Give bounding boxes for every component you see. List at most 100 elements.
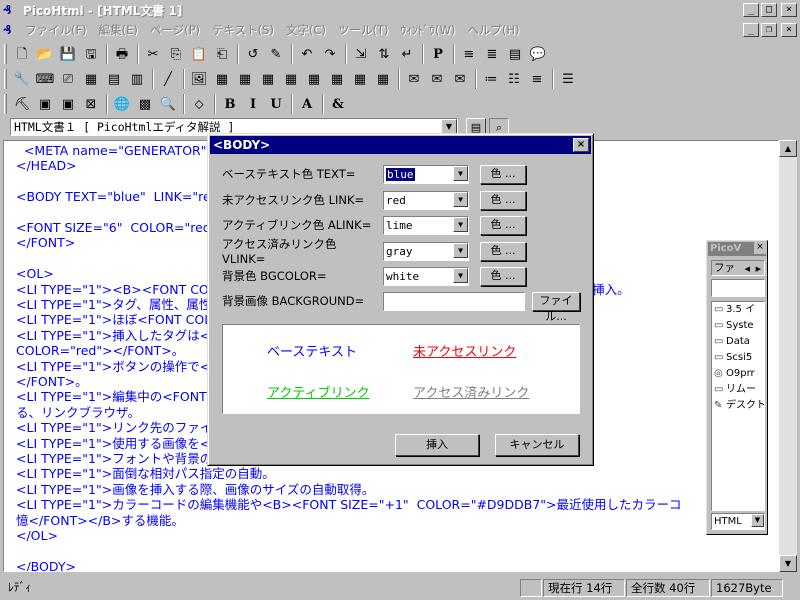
toolbar3-button-10[interactable]: U: [265, 93, 287, 115]
drive-list-item[interactable]: ▭ Scsi5: [712, 350, 764, 366]
toolbar2-button-10[interactable]: ▦: [257, 68, 279, 90]
toolbar1-button-11[interactable]: ↶: [296, 43, 318, 65]
toolbar1-button-0[interactable]: 🗋: [11, 43, 33, 65]
close-button[interactable]: ×: [781, 3, 797, 17]
toolbar2-button-7[interactable]: 🖼: [188, 68, 210, 90]
color-picker-button[interactable]: 色 ...: [480, 165, 526, 184]
file-browse-button[interactable]: ファイル...: [532, 292, 580, 323]
menu-text[interactable]: テキスト(S): [206, 22, 280, 38]
dialog-close-button[interactable]: ×: [573, 138, 589, 152]
toolbar2-button-16[interactable]: ✉: [403, 68, 425, 90]
toolbar3-button-0[interactable]: ⛏: [11, 93, 33, 115]
drive-list-item[interactable]: ▭ リムー: [712, 382, 764, 398]
toolbar1-button-16[interactable]: P: [427, 43, 449, 65]
toolbar3-button-6[interactable]: 🔍: [157, 93, 179, 115]
toolbar1-button-3[interactable]: 🖫: [80, 43, 102, 65]
toolbar1-button-20[interactable]: 💬: [527, 43, 549, 65]
toolbar1-button-9[interactable]: ↺: [242, 43, 264, 65]
toolbar2-button-15[interactable]: ▦: [372, 68, 394, 90]
menu-tools[interactable]: ツール(T): [332, 22, 395, 38]
picov-tab[interactable]: ファ ◀ ▶: [711, 260, 765, 276]
toolbar2-button-8[interactable]: ▦: [211, 68, 233, 90]
drive-list-item[interactable]: ▭ Syste: [712, 318, 764, 334]
drive-list-item[interactable]: ◎ O9prr: [712, 366, 764, 382]
toolbar1-button-6[interactable]: ⎘: [165, 43, 187, 65]
toolbar2-button-0[interactable]: 🔧: [11, 68, 33, 90]
toolbar2-button-20[interactable]: ☷: [503, 68, 525, 90]
drive-list-item[interactable]: ▭ Data: [712, 334, 764, 350]
toolbar1-button-10[interactable]: ✎: [265, 43, 287, 65]
chevron-down-icon[interactable]: ▼: [751, 514, 764, 527]
toolbar1-button-15[interactable]: ↵: [396, 43, 418, 65]
toolbar2-button-19[interactable]: ≔: [480, 68, 502, 90]
toolbar3-button-7[interactable]: ⬦: [188, 93, 210, 115]
toolbar1-button-18[interactable]: ≣: [481, 43, 503, 65]
toolbar2-button-12[interactable]: ▦: [303, 68, 325, 90]
toolbar-grip[interactable]: [4, 69, 7, 89]
drive-list-item[interactable]: ✎ デスクト: [712, 398, 764, 414]
toolbar3-button-9[interactable]: I: [242, 93, 264, 115]
color-picker-button[interactable]: 色 ...: [480, 216, 526, 235]
doc-minimize-button[interactable]: _: [743, 23, 759, 37]
toolbar3-button-5[interactable]: ▩: [134, 93, 156, 115]
toolbar3-button-8[interactable]: B: [219, 93, 241, 115]
menu-window[interactable]: ｳｨﾝﾄﾞｳ(W): [394, 22, 461, 38]
toolbar2-button-2[interactable]: ⎚: [57, 68, 79, 90]
color-select[interactable]: lime ▼: [383, 216, 469, 235]
color-select[interactable]: white ▼: [383, 267, 469, 286]
toolbar2-button-6[interactable]: ╱: [157, 68, 179, 90]
toolbar2-button-4[interactable]: ▤: [103, 68, 125, 90]
arrow-left-icon[interactable]: ◀: [745, 262, 750, 276]
picov-path-box[interactable]: [711, 279, 765, 297]
menu-help[interactable]: ヘルプ(H): [461, 22, 525, 38]
toolbar2-button-9[interactable]: ▦: [234, 68, 256, 90]
toolbar2-button-21[interactable]: ≡: [526, 68, 548, 90]
scroll-up-icon[interactable]: ▲: [779, 140, 797, 157]
toolbar1-button-17[interactable]: ≡: [458, 43, 480, 65]
menu-file[interactable]: ファイル(F): [19, 22, 93, 38]
toolbar3-button-2[interactable]: ▣: [57, 93, 79, 115]
toolbar2-button-17[interactable]: ✉: [426, 68, 448, 90]
background-input[interactable]: [383, 292, 525, 311]
toolbar3-button-11[interactable]: A: [296, 93, 318, 115]
toolbar1-button-13[interactable]: ⇲: [350, 43, 372, 65]
toolbar2-button-5[interactable]: ▥: [126, 68, 148, 90]
toolbar3-button-4[interactable]: 🌐: [111, 93, 133, 115]
toolbar3-button-1[interactable]: ▣: [34, 93, 56, 115]
picov-filetype-select[interactable]: HTML ▼: [711, 513, 765, 530]
doc-close-button[interactable]: ×: [781, 23, 797, 37]
color-picker-button[interactable]: 色 ...: [480, 241, 526, 261]
toolbar2-button-22[interactable]: ☰: [557, 68, 579, 90]
toolbar3-button-3[interactable]: ⊠: [80, 93, 102, 115]
toolbar-grip[interactable]: [4, 44, 7, 64]
toolbar2-button-11[interactable]: ▦: [280, 68, 302, 90]
toolbar1-button-5[interactable]: ✂: [142, 43, 164, 65]
scroll-down-icon[interactable]: ▼: [779, 555, 797, 572]
toolbar2-button-1[interactable]: ⌨: [34, 68, 56, 90]
insert-button[interactable]: 挿入: [395, 434, 479, 456]
toolbar1-button-1[interactable]: 📂: [34, 43, 56, 65]
color-select[interactable]: gray ▼: [383, 241, 469, 261]
color-picker-button[interactable]: 色 ...: [480, 267, 526, 286]
toolbar-grip[interactable]: [4, 94, 7, 114]
chevron-down-icon[interactable]: ▼: [453, 166, 468, 181]
toolbar3-button-12[interactable]: &: [327, 93, 349, 115]
minimize-button[interactable]: _: [743, 3, 759, 17]
toolbar1-button-14[interactable]: ⇅: [373, 43, 395, 65]
toolbar2-button-18[interactable]: ✉: [449, 68, 471, 90]
toolbar2-button-3[interactable]: ▦: [80, 68, 102, 90]
toolbar1-button-8[interactable]: ⎗: [211, 43, 233, 65]
doc-restore-button[interactable]: ❐: [761, 23, 777, 37]
toolbar1-button-2[interactable]: 💾: [57, 43, 79, 65]
toolbar1-button-12[interactable]: ↷: [319, 43, 341, 65]
color-select[interactable]: blue ▼: [383, 165, 469, 184]
vertical-scrollbar[interactable]: ▲ ▼: [779, 140, 797, 572]
cancel-button[interactable]: キャンセル: [495, 434, 579, 456]
chevron-down-icon[interactable]: ▼: [453, 217, 468, 232]
maximize-button[interactable]: □: [761, 3, 777, 17]
toolbar1-button-19[interactable]: ▤: [504, 43, 526, 65]
menu-edit[interactable]: 編集(E): [93, 22, 144, 38]
chevron-down-icon[interactable]: ▼: [453, 242, 468, 258]
chevron-down-icon[interactable]: ▼: [453, 191, 468, 207]
picov-drive-list[interactable]: ▭ 3.5 イ ▭ Syste ▭ Data ▭ Scsi5 ◎ O9prr ▭ リムー ✎ デスクト: [711, 301, 765, 511]
